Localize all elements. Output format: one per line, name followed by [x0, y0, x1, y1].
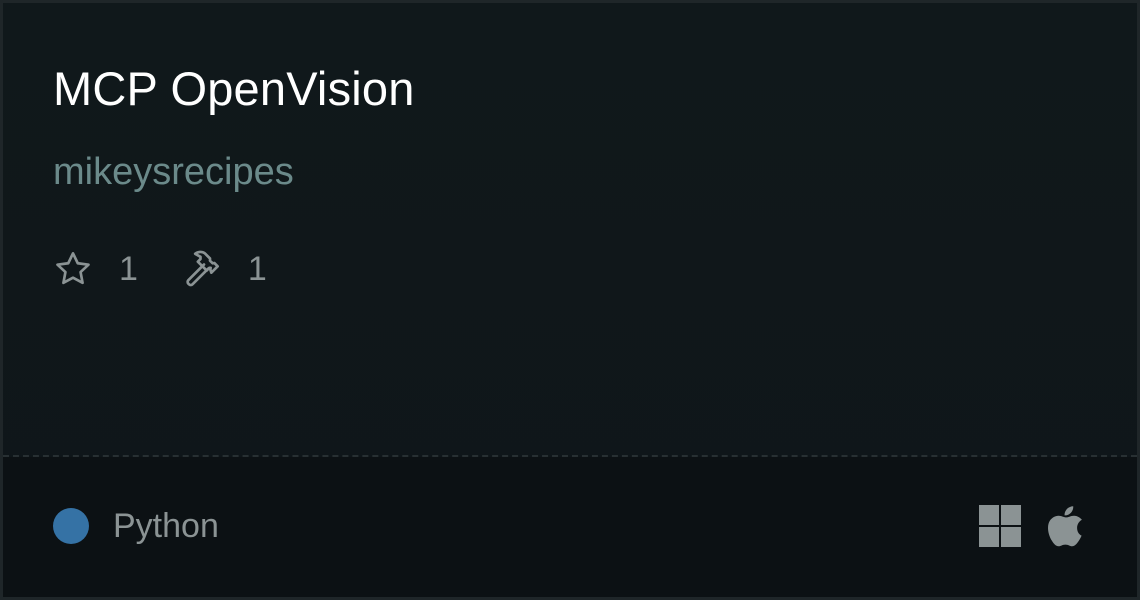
card-footer: Python	[3, 457, 1137, 597]
apple-icon	[1047, 504, 1085, 548]
language-label: Python	[113, 507, 219, 545]
language-color-dot	[53, 508, 89, 544]
tools-stat: 1	[182, 249, 267, 289]
server-author[interactable]: mikeysrecipes	[53, 151, 294, 194]
server-card[interactable]: MCP OpenVision mikeysrecipes 1 1 Python	[0, 0, 1140, 600]
star-icon	[53, 249, 93, 289]
hammer-icon	[182, 249, 222, 289]
stars-stat: 1	[53, 249, 138, 289]
windows-icon	[979, 505, 1021, 547]
platform-icons	[979, 504, 1085, 548]
tools-count: 1	[247, 249, 267, 288]
stats-row: 1 1	[53, 247, 311, 291]
stars-count: 1	[119, 249, 138, 288]
server-title[interactable]: MCP OpenVision	[53, 61, 415, 116]
